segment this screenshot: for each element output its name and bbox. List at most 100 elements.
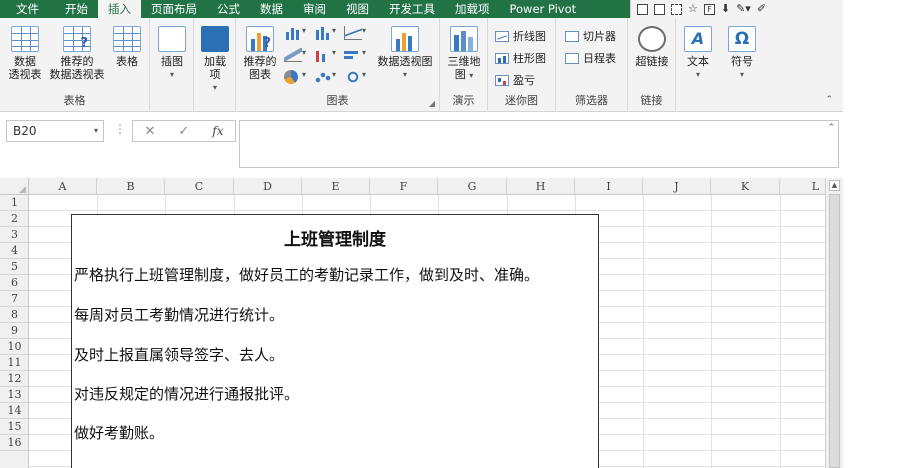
scroll-up-icon[interactable]: ▲: [829, 180, 840, 191]
omega-icon: Ω: [728, 26, 756, 52]
slicer-button[interactable]: 切片器: [565, 28, 616, 44]
timeline-icon: [565, 52, 579, 64]
recommended-charts-button[interactable]: 推荐的 图表: [240, 26, 280, 81]
expand-formula-icon[interactable]: ⌃: [827, 123, 835, 133]
row-header[interactable]: 5: [0, 259, 29, 275]
row-header[interactable]: 9: [0, 323, 29, 339]
row-header[interactable]: 10: [0, 339, 29, 355]
row-header[interactable]: 8: [0, 307, 29, 323]
chevron-down-icon[interactable]: ▾: [94, 121, 98, 141]
column-header[interactable]: J: [643, 178, 711, 195]
name-box[interactable]: B20 ▾: [6, 120, 104, 142]
row-header[interactable]: 4: [0, 243, 29, 259]
waterfall-chart-icon[interactable]: [284, 48, 302, 62]
paint-icon[interactable]: ✎▾: [736, 0, 751, 18]
tab-developer[interactable]: 开发工具: [379, 0, 445, 18]
insert-function-icon[interactable]: fx: [212, 124, 223, 138]
row-header[interactable]: 15: [0, 419, 29, 435]
checkbox-icon[interactable]: [654, 3, 665, 15]
addins-button[interactable]: 加载 项 ▾: [199, 26, 231, 94]
pen-icon[interactable]: ✐: [757, 0, 766, 18]
column-chart-icon[interactable]: [284, 26, 302, 40]
sparkline-column-button[interactable]: 柱形图: [495, 50, 546, 66]
tab-file[interactable]: 文件: [0, 0, 55, 18]
combo-chart-icon[interactable]: [344, 48, 362, 62]
hierarchy-chart-icon[interactable]: [314, 26, 332, 40]
star-icon[interactable]: ☆: [688, 0, 698, 18]
column-header[interactable]: C: [165, 178, 234, 195]
tab-home[interactable]: 开始: [55, 0, 98, 18]
row-header[interactable]: 3: [0, 227, 29, 243]
3d-map-button[interactable]: 三维地 图 ▾: [446, 26, 482, 82]
sparkline-winloss-button[interactable]: 盈亏: [495, 72, 535, 88]
timeline-button[interactable]: 日程表: [565, 50, 616, 66]
collapse-ribbon-icon[interactable]: ⌃: [825, 95, 833, 105]
tab-data[interactable]: 数据: [250, 0, 293, 18]
cancel-icon[interactable]: ✕: [144, 124, 155, 139]
illustrations-button[interactable]: 插图 ▾: [156, 26, 188, 81]
form-icon[interactable]: F: [703, 3, 715, 15]
column-header[interactable]: D: [234, 178, 302, 195]
row-headers: 1 2 3 4 5 6 7 8 9 10 11 12 13 14 15 16: [0, 195, 29, 468]
radar-chart-icon[interactable]: [344, 70, 362, 84]
chevron-down-icon: ▾: [739, 70, 744, 79]
recommended-pivot-button[interactable]: 推荐的 数据透视表: [46, 26, 108, 81]
column-header[interactable]: B: [97, 178, 165, 195]
recommended-pivot-label-2: 数据透视表: [49, 68, 105, 81]
hyperlink-button[interactable]: 超链接: [632, 26, 672, 68]
globe-link-icon: [638, 26, 666, 52]
column-header[interactable]: K: [711, 178, 780, 195]
dialog-launcher-icon[interactable]: ◢: [429, 99, 435, 108]
row-header[interactable]: 16: [0, 435, 29, 451]
table-button[interactable]: 表格: [110, 26, 144, 68]
symbols-button[interactable]: Ω 符号 ▾: [726, 26, 758, 81]
scatter-chart-icon[interactable]: [314, 70, 332, 84]
row-header[interactable]: 14: [0, 403, 29, 419]
addins-label-2: 项: [209, 68, 221, 81]
column-header[interactable]: L: [780, 178, 825, 195]
tab-review[interactable]: 审阅: [293, 0, 336, 18]
pie-chart-icon[interactable]: [284, 70, 298, 84]
row-header[interactable]: 1: [0, 195, 29, 211]
sparkline-line-button[interactable]: 折线图: [495, 28, 546, 44]
tab-addins[interactable]: 加载项: [445, 0, 500, 18]
group-label-tours: 演示: [452, 94, 475, 107]
tab-formulas[interactable]: 公式: [207, 0, 250, 18]
row-header[interactable]: 6: [0, 275, 29, 291]
column-header[interactable]: H: [507, 178, 575, 195]
checkbox-icon[interactable]: [637, 3, 648, 15]
column-header[interactable]: I: [575, 178, 643, 195]
tab-power-pivot[interactable]: Power Pivot: [500, 0, 587, 18]
chevron-down-icon: ▾: [695, 70, 700, 79]
text-box-shape[interactable]: 上班管理制度 严格执行上班管理制度，做好员工的考勤记录工作，做到及时、准确。 每…: [71, 214, 599, 468]
checkbox-icon[interactable]: [671, 3, 682, 15]
row-header[interactable]: 7: [0, 291, 29, 307]
line-chart-icon[interactable]: [344, 26, 362, 40]
column-header[interactable]: F: [370, 178, 438, 195]
chevron-down-icon: ▾: [469, 71, 474, 80]
pivot-table-label: 数据: [14, 55, 36, 68]
formula-bar-area: B20 ▾ ⋮ ✕ ✓ fx ⌃: [0, 112, 843, 174]
column-header[interactable]: G: [438, 178, 507, 195]
tab-view[interactable]: 视图: [336, 0, 379, 18]
formula-input[interactable]: ⌃: [239, 120, 839, 168]
statistic-chart-icon[interactable]: [314, 48, 332, 62]
text-button[interactable]: A 文本 ▾: [682, 26, 714, 81]
tab-insert[interactable]: 插入: [98, 0, 141, 18]
group-addins: 加载 项 ▾: [194, 18, 236, 112]
vertical-scrollbar[interactable]: ▲: [825, 178, 843, 468]
tab-page-layout[interactable]: 页面布局: [141, 0, 207, 18]
pivot-table-button[interactable]: 数据 透视表: [6, 26, 44, 81]
scroll-thumb[interactable]: [829, 194, 840, 468]
group-symbols: Ω 符号 ▾: [720, 18, 764, 112]
row-header[interactable]: 11: [0, 355, 29, 371]
column-header[interactable]: E: [302, 178, 370, 195]
row-header[interactable]: 12: [0, 371, 29, 387]
save-icon[interactable]: ⬇: [721, 0, 730, 18]
enter-icon[interactable]: ✓: [178, 124, 189, 139]
row-header[interactable]: 13: [0, 387, 29, 403]
column-header[interactable]: A: [29, 178, 97, 195]
select-all-corner[interactable]: [0, 178, 29, 195]
row-header[interactable]: 2: [0, 211, 29, 227]
pivot-chart-button[interactable]: 数据透视图 ▾: [374, 26, 436, 81]
